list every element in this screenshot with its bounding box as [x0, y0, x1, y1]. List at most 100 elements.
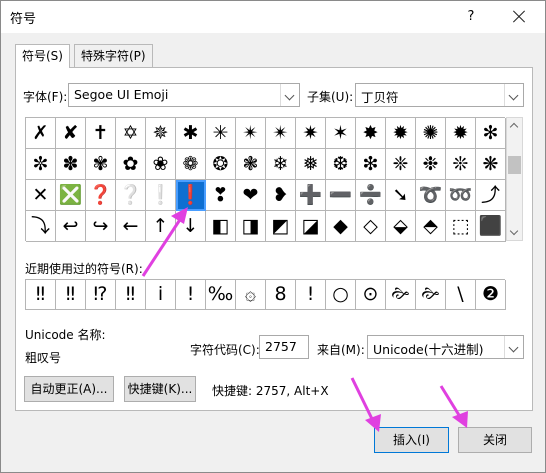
recent-symbol-cell[interactable]: ‼	[116, 280, 146, 310]
close-icon[interactable]	[507, 5, 531, 29]
symbol-cell[interactable]: ✽	[56, 149, 86, 180]
symbol-cell[interactable]: ◨	[236, 211, 266, 242]
symbol-cell[interactable]: ↪	[86, 211, 116, 242]
symbol-cell[interactable]: ⤴	[476, 180, 506, 211]
symbol-cell[interactable]: ❔	[116, 180, 146, 211]
symbol-cell[interactable]: ❄	[266, 149, 296, 180]
symbol-cell[interactable]: ✘	[56, 118, 86, 149]
recent-symbol-cell[interactable]: ⊙	[356, 280, 386, 310]
recent-symbol-cell[interactable]: !	[176, 280, 206, 310]
symbol-cell[interactable]: ➗	[356, 180, 386, 211]
font-select[interactable]: Segoe UI Emoji	[68, 83, 300, 107]
symbol-cell[interactable]: ✹	[386, 118, 416, 149]
symbol-cell[interactable]: ❃	[236, 149, 266, 180]
symbol-cell[interactable]: ➕	[296, 180, 326, 211]
recent-symbol-cell[interactable]: 🙚	[386, 280, 416, 310]
recent-symbol-cell[interactable]: 8	[266, 280, 296, 310]
scroll-thumb[interactable]	[508, 156, 521, 174]
recent-symbol-cell[interactable]: ⁉	[86, 280, 116, 310]
from-select[interactable]: Unicode(十六进制)	[367, 335, 524, 359]
char-code-input[interactable]: 2757	[259, 335, 309, 359]
symbol-cell[interactable]: ➘	[386, 180, 416, 211]
recent-symbol-cell[interactable]: \	[446, 280, 476, 310]
symbol-cell[interactable]: ❓	[86, 180, 116, 211]
symbol-cell[interactable]: ❇	[356, 149, 386, 180]
symbol-cell[interactable]: ✕	[26, 180, 56, 211]
symbol-cell[interactable]: ←	[116, 211, 146, 242]
symbol-cell[interactable]: ❂	[206, 149, 236, 180]
symbol-cell[interactable]: ⬘	[416, 211, 446, 242]
tab-special-characters[interactable]: 特殊字符(P)	[74, 44, 153, 67]
symbol-cell[interactable]: ↩	[56, 211, 86, 242]
recent-symbol-cell[interactable]: ⅰ	[146, 280, 176, 310]
symbol-grid[interactable]: ✗ ✘ ✝ ✡ ✵ ✱ ✳ ✴ ✴ ✷ ✶ ✸ ✹ ✺ ✹ ✻ ✼ ✽ ✾ ✿ ❀ ❁ ❂ ❃ ❄ ❅ ❆ ❇ ❈ ❉ ❊ ❋ ✕ ❎ ❓ ❔ ❕ ❗ ❣ ❤…	[25, 117, 506, 242]
symbol-cell[interactable]: ✵	[146, 118, 176, 149]
symbol-cell[interactable]: ❁	[176, 149, 206, 180]
recent-symbol-cell[interactable]: ‰	[206, 280, 236, 310]
symbol-cell[interactable]: ✻	[476, 118, 506, 149]
symbol-cell[interactable]: ❆	[326, 149, 356, 180]
symbol-cell[interactable]: ✝	[86, 118, 116, 149]
symbol-cell[interactable]: ❈	[386, 149, 416, 180]
recent-symbol-cell[interactable]: !	[296, 280, 326, 310]
symbol-cell[interactable]: ⤵	[26, 211, 56, 242]
symbol-cell[interactable]: ➖	[326, 180, 356, 211]
symbol-cell[interactable]: ✼	[26, 149, 56, 180]
symbol-cell[interactable]: ✾	[86, 149, 116, 180]
scroll-down-icon[interactable]	[507, 226, 522, 240]
symbol-cell[interactable]: ✴	[266, 118, 296, 149]
scroll-up-icon[interactable]	[507, 118, 522, 132]
symbol-cell[interactable]: ❥	[266, 180, 296, 211]
chevron-down-icon[interactable]	[504, 84, 523, 106]
symbol-cell[interactable]: ✶	[326, 118, 356, 149]
chevron-down-icon[interactable]	[280, 84, 299, 106]
symbol-cell[interactable]: ❀	[146, 149, 176, 180]
symbol-cell[interactable]: ✱	[176, 118, 206, 149]
symbol-cell[interactable]: ❅	[296, 149, 326, 180]
symbol-cell-selected[interactable]: ❗	[176, 180, 206, 211]
symbol-cell[interactable]: ❤	[236, 180, 266, 211]
close-button[interactable]: 关闭	[458, 427, 532, 453]
symbol-cell[interactable]: ✴	[236, 118, 266, 149]
help-button[interactable]: ?	[459, 5, 483, 29]
symbol-cell[interactable]: ❕	[146, 180, 176, 211]
recent-symbols-grid[interactable]: ‼ ‼ ⁉ ‼ ⅰ! ‰ ۞ 8! ○ ⊙ 🙚 🙚 \ ❷	[25, 279, 506, 310]
symbol-cell[interactable]: ❉	[416, 149, 446, 180]
symbol-cell[interactable]: ◩	[266, 211, 296, 242]
symbol-cell[interactable]: ✷	[296, 118, 326, 149]
insert-button[interactable]: 插入(I)	[374, 427, 449, 453]
autocorrect-button[interactable]: 自动更正(A)...	[24, 376, 114, 402]
symbol-cell[interactable]: ❣	[206, 180, 236, 211]
symbol-cell[interactable]: ⬚	[446, 211, 476, 242]
symbol-cell[interactable]: ⬛	[476, 211, 506, 242]
symbol-cell[interactable]: ✸	[356, 118, 386, 149]
recent-symbol-cell[interactable]: ❷	[476, 280, 506, 310]
recent-symbol-cell[interactable]: 🙚	[416, 280, 446, 310]
symbol-cell[interactable]: ❋	[476, 149, 506, 180]
symbol-cell[interactable]: ❊	[446, 149, 476, 180]
shortcut-key-button[interactable]: 快捷键(K)...	[124, 376, 196, 402]
symbol-cell[interactable]: ✿	[116, 149, 146, 180]
symbol-cell[interactable]: ✹	[446, 118, 476, 149]
symbol-cell[interactable]: ⬙	[386, 211, 416, 242]
symbol-cell[interactable]: ➰	[416, 180, 446, 211]
symbol-cell[interactable]: ↓	[176, 211, 206, 242]
subset-select[interactable]: 丁贝符	[355, 83, 524, 107]
tab-symbols[interactable]: 符号(S)	[15, 44, 70, 68]
symbol-cell[interactable]: ◪	[296, 211, 326, 242]
symbol-cell[interactable]: ◆	[326, 211, 356, 242]
symbol-cell[interactable]: ✡	[116, 118, 146, 149]
symbol-cell[interactable]: ↑	[146, 211, 176, 242]
symbol-cell[interactable]: ◧	[206, 211, 236, 242]
symbol-cell[interactable]: ✺	[416, 118, 446, 149]
symbol-cell[interactable]: ❎	[56, 180, 86, 211]
symbol-cell[interactable]: ➿	[446, 180, 476, 211]
symbol-cell[interactable]: ◇	[356, 211, 386, 242]
symbol-cell[interactable]: ✗	[26, 118, 56, 149]
symbol-cell[interactable]: ✳	[206, 118, 236, 149]
symbol-grid-scrollbar[interactable]	[506, 117, 523, 241]
recent-symbol-cell[interactable]: ۞	[236, 280, 266, 310]
recent-symbol-cell[interactable]: ‼	[56, 280, 86, 310]
recent-symbol-cell[interactable]: ○	[326, 280, 356, 310]
recent-symbol-cell[interactable]: ‼	[26, 280, 56, 310]
